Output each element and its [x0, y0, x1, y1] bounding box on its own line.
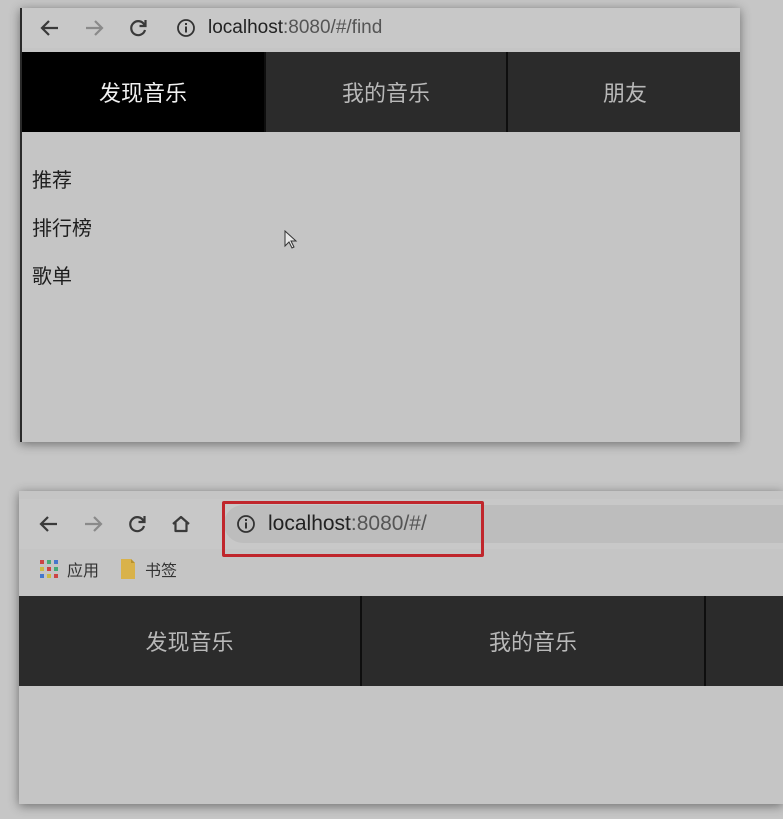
bookmark-apps[interactable]: 应用	[39, 557, 99, 581]
mouse-cursor-icon	[284, 230, 298, 249]
forward-arrow-icon	[85, 516, 103, 532]
url-host: localhost	[208, 17, 283, 38]
sub-item-recommend[interactable]: 推荐	[32, 166, 92, 214]
browser-toolbar: localhost:8080/#/find	[22, 8, 740, 48]
screenshot-root-page: localhost:8080/#/ 应用 书签 发现音乐 我的音乐	[19, 491, 783, 804]
info-icon	[237, 515, 255, 533]
apps-grid-icon	[40, 560, 58, 578]
url-path: :8080/#/find	[283, 17, 383, 38]
top-navbar: 发现音乐 我的音乐 朋友	[22, 52, 740, 132]
sub-item-playlists[interactable]: 歌单	[32, 262, 92, 310]
bookmarks-bar: 应用 书签	[19, 549, 783, 589]
tab-discover-music[interactable]: 发现音乐	[22, 52, 266, 132]
top-navbar: 发现音乐 我的音乐	[19, 596, 783, 686]
forward-arrow-icon	[86, 20, 104, 36]
address-bar[interactable]: localhost:8080/#/	[224, 505, 783, 543]
tab-friends[interactable]	[706, 596, 783, 686]
tab-my-music[interactable]: 我的音乐	[362, 596, 706, 686]
back-button[interactable]	[30, 8, 70, 48]
reload-button[interactable]	[118, 8, 158, 48]
url-host: localhost	[268, 512, 351, 535]
bookmark-folder-label: 书签	[145, 561, 178, 580]
tab-discover-music[interactable]: 发现音乐	[19, 596, 362, 686]
url-path: :8080/#/	[350, 512, 427, 535]
back-arrow-icon	[39, 516, 57, 532]
browser-toolbar: localhost:8080/#/	[19, 499, 783, 557]
sub-item-charts[interactable]: 排行榜	[32, 214, 92, 262]
bookmark-folder-icon	[121, 559, 136, 579]
bookmark-folder[interactable]: 书签	[119, 557, 177, 581]
address-bar[interactable]: localhost:8080/#/find	[176, 17, 382, 39]
forward-button[interactable]	[74, 8, 114, 48]
tab-my-music[interactable]: 我的音乐	[266, 52, 508, 132]
back-arrow-icon	[40, 20, 58, 36]
reload-icon	[129, 516, 146, 533]
info-icon	[177, 19, 195, 37]
forward-button[interactable]	[73, 504, 113, 544]
home-button[interactable]	[161, 504, 201, 544]
sub-nav-list: 推荐 排行榜 歌单	[32, 166, 92, 310]
home-icon	[172, 515, 190, 533]
tab-friends[interactable]: 朋友	[508, 52, 740, 132]
screenshot-find-page: localhost:8080/#/find 发现音乐 我的音乐 朋友 推荐 排行…	[20, 8, 740, 442]
bookmark-apps-label: 应用	[67, 561, 100, 580]
reload-button[interactable]	[117, 504, 157, 544]
reload-icon	[130, 20, 147, 37]
back-button[interactable]	[29, 504, 69, 544]
